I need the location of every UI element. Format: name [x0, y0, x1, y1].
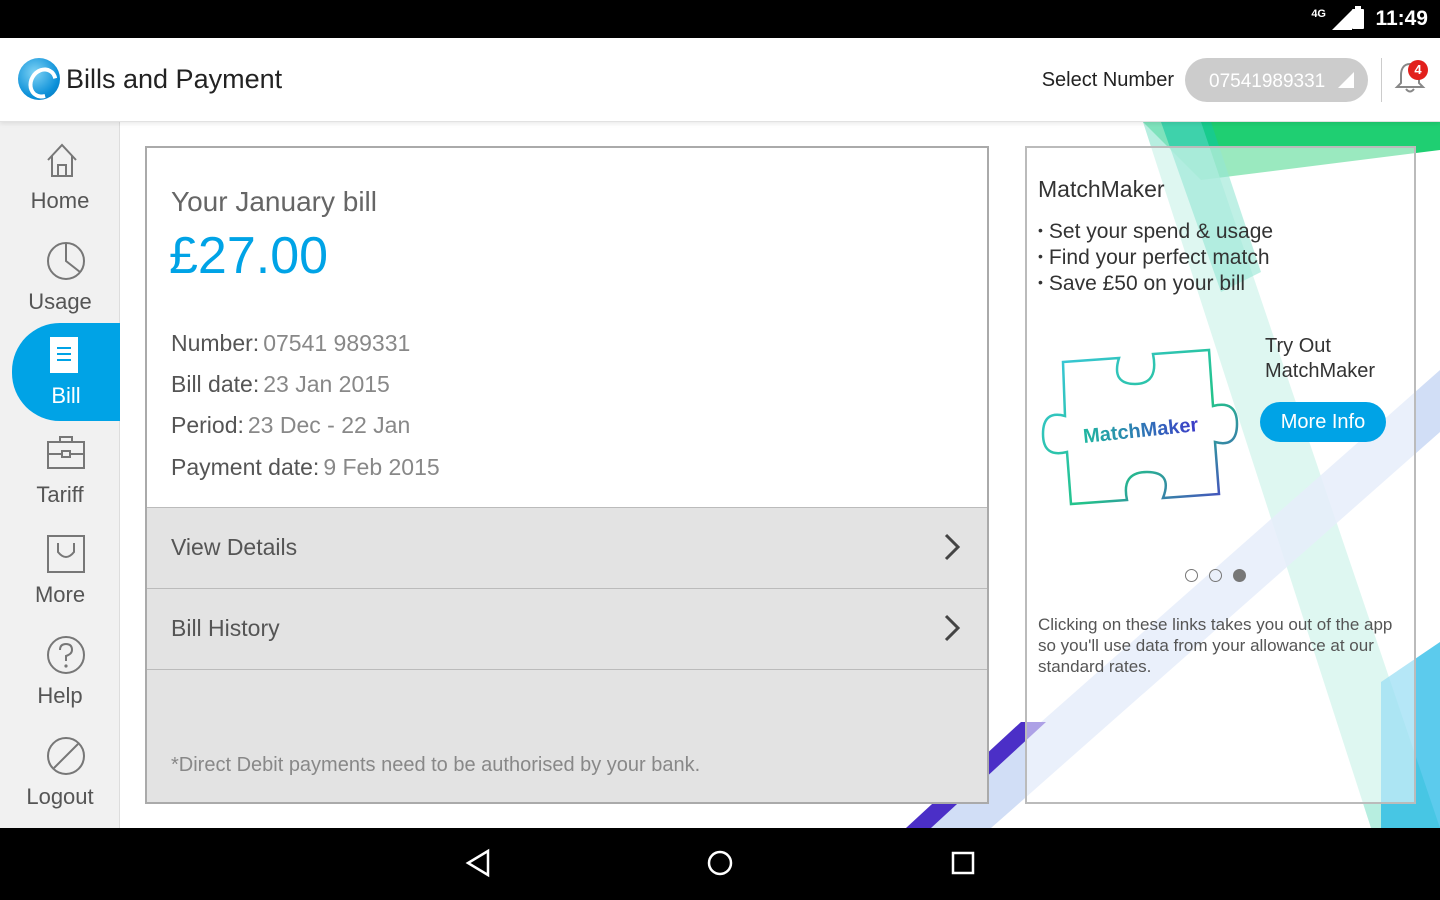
- sidebar-item-label: More: [34, 582, 86, 607]
- no-entry-icon: [47, 737, 85, 775]
- direct-debit-note: *Direct Debit payments need to be author…: [171, 754, 701, 776]
- detail-period: Period: 23 Dec - 22 Jan: [171, 412, 410, 439]
- sidebar-item-label: Logout: [26, 784, 94, 809]
- sidebar-item-logout[interactable]: Logout: [0, 724, 120, 820]
- sidebar-item-help[interactable]: Help: [0, 623, 120, 719]
- o2-logo-icon: [18, 58, 60, 100]
- detail-payment-date: Payment date: 9 Feb 2015: [171, 454, 440, 481]
- promo-disclaimer: Clicking on these links takes you out of…: [1038, 615, 1393, 676]
- detail-label: Number:: [171, 330, 260, 356]
- promo-bullet: Find your perfect match: [1038, 244, 1273, 270]
- signal-icon: [1332, 10, 1352, 30]
- puzzle-piece-image[interactable]: MatchMaker: [1041, 344, 1241, 514]
- carousel-dot[interactable]: [1209, 569, 1222, 582]
- bill-amount: £27.00: [169, 227, 329, 285]
- select-number-label: Select Number: [1041, 69, 1174, 91]
- sidebar: Home Usage Bill Tariff More Help Logout: [0, 122, 120, 828]
- view-details-label: View Details: [171, 534, 298, 560]
- promo-title: MatchMaker: [1038, 176, 1165, 202]
- bill-card: Your January bill £27.00 Number: 07541 98…: [145, 146, 989, 804]
- home-icon: [47, 143, 77, 177]
- bill-history-row[interactable]: Bill History: [147, 588, 987, 669]
- carousel-dot[interactable]: [1185, 569, 1198, 582]
- detail-value: 9 Feb 2015: [323, 454, 440, 480]
- number-selector[interactable]: 07541989331: [1185, 58, 1368, 102]
- carousel-dot-active[interactable]: [1233, 569, 1246, 582]
- app-header: Bills and Payment Select Number 07541989…: [0, 38, 1440, 122]
- try-out-text: Try Out MatchMaker: [1265, 335, 1376, 382]
- status-time: 11:49: [1375, 7, 1428, 30]
- sidebar-item-label: Tariff: [36, 482, 84, 507]
- promo-bullets: Set your spend & usage Find your perfect…: [1038, 218, 1273, 296]
- network-type: 4G: [1311, 8, 1326, 20]
- question-icon: [47, 636, 85, 674]
- chevron-right-icon: [944, 533, 961, 561]
- battery-icon: [1352, 6, 1364, 29]
- sidebar-item-label: Usage: [28, 289, 92, 314]
- sidebar-item-bill[interactable]: Bill: [12, 323, 120, 421]
- bill-heading: Your January bill: [171, 186, 377, 217]
- view-details-row[interactable]: View Details: [147, 507, 987, 588]
- sidebar-item-label: Home: [30, 188, 90, 213]
- header-divider: [1381, 58, 1382, 102]
- more-info-button[interactable]: More Info: [1260, 402, 1386, 442]
- back-icon[interactable]: [464, 848, 492, 878]
- recents-icon[interactable]: [950, 848, 976, 878]
- sidebar-item-label: Bill: [51, 383, 81, 408]
- document-icon: [50, 337, 78, 373]
- sidebar-item-label: Help: [37, 683, 83, 708]
- detail-bill-date: Bill date: 23 Jan 2015: [171, 371, 390, 398]
- pie-chart-icon: [47, 242, 85, 280]
- promo-bullet: Set your spend & usage: [1038, 218, 1273, 244]
- detail-label: Bill date:: [171, 371, 260, 397]
- detail-value: 23 Dec - 22 Jan: [247, 412, 411, 438]
- chevron-right-icon: [944, 614, 961, 642]
- bill-footer: *Direct Debit payments need to be author…: [147, 669, 987, 802]
- dropdown-triangle-icon: [1338, 72, 1354, 88]
- main-content: Your January bill £27.00 Number: 07541 98…: [121, 122, 1440, 828]
- promo-bullet: Save £50 on your bill: [1038, 270, 1273, 296]
- bill-history-label: Bill History: [171, 615, 280, 641]
- detail-label: Period:: [171, 412, 244, 438]
- detail-value: 07541 989331: [263, 330, 411, 356]
- detail-value: 23 Jan 2015: [263, 371, 390, 397]
- system-nav-bar: [0, 828, 1440, 900]
- bag-icon: [47, 535, 85, 573]
- sidebar-item-tariff[interactable]: Tariff: [0, 422, 120, 518]
- carousel-indicator: [1185, 569, 1257, 587]
- sidebar-item-more[interactable]: More: [0, 522, 120, 618]
- notification-badge: 4: [1408, 60, 1428, 80]
- page-title: Bills and Payment: [66, 64, 283, 94]
- selected-number: 07541989331: [1209, 71, 1326, 92]
- detail-label: Payment date:: [171, 454, 320, 480]
- sidebar-item-usage[interactable]: Usage: [0, 229, 120, 325]
- briefcase-icon: [47, 436, 85, 469]
- status-bar: 4G 11:49: [0, 0, 1440, 38]
- matchmaker-promo-card: MatchMaker Set your spend & usage Find y…: [1025, 146, 1416, 804]
- sidebar-item-home[interactable]: Home: [0, 128, 120, 224]
- home-nav-icon[interactable]: [705, 848, 735, 878]
- detail-number: Number: 07541 989331: [171, 330, 410, 357]
